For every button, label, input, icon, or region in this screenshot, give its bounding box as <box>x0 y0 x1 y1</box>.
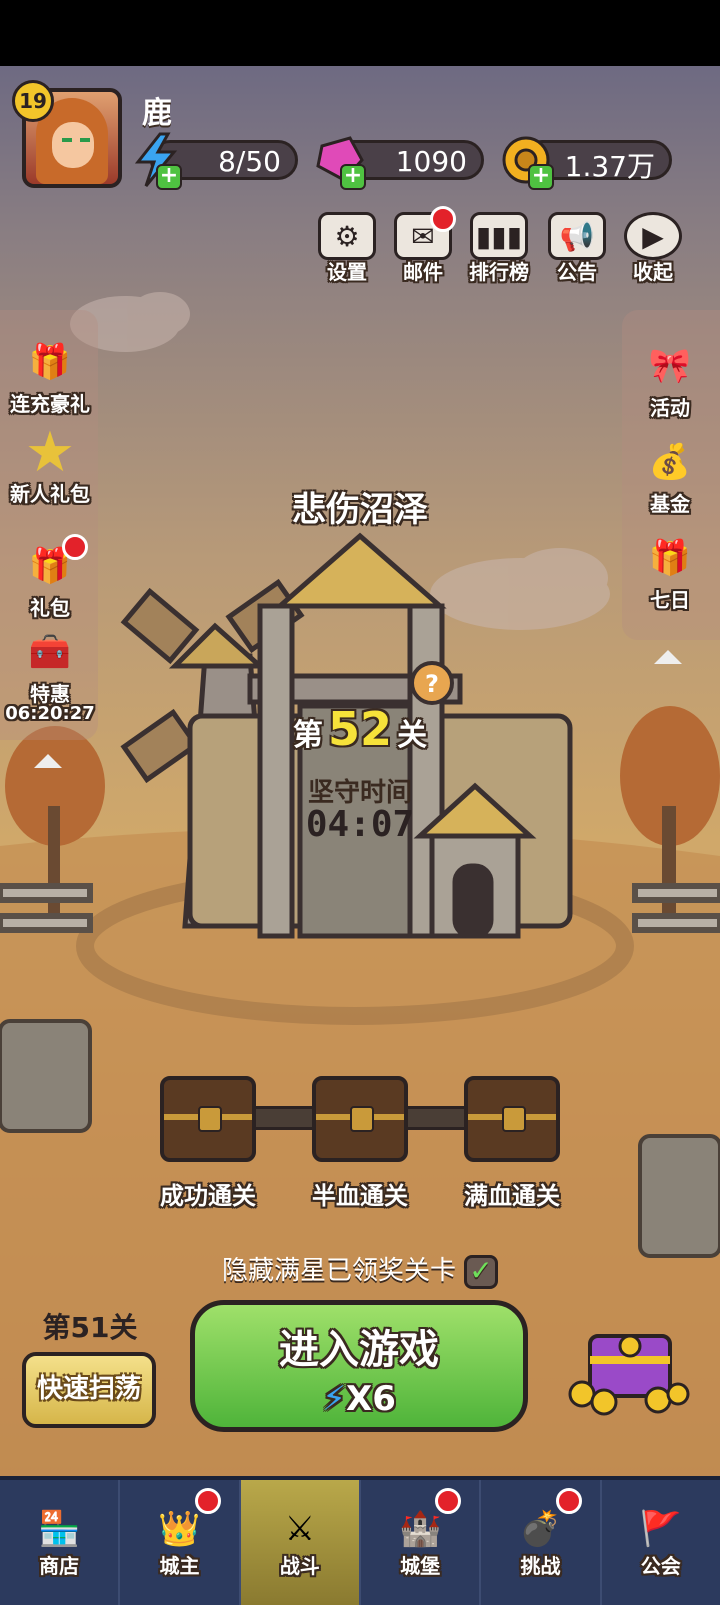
scroll-up-arrow[interactable] <box>34 754 62 768</box>
event-icon: 🎀 <box>648 346 692 386</box>
chest-half-hp[interactable] <box>312 1076 408 1162</box>
energy-cost: X6 <box>346 1379 396 1419</box>
level-indicator[interactable]: 第 52 关 <box>0 702 720 756</box>
collapse-icon: ▶ <box>624 212 682 260</box>
player-name: 鹿 <box>142 96 172 131</box>
chest-half-hp-label: 半血通关 <box>312 1182 408 1210</box>
add-energy-button[interactable]: + <box>156 164 182 190</box>
treasure-chest-icon[interactable] <box>560 1306 690 1416</box>
seven-day-button[interactable]: 🎁 七日 <box>620 528 720 613</box>
checkmark-icon[interactable]: ✓ <box>464 1254 498 1289</box>
gift-box-icon: 🎁 <box>28 342 72 382</box>
gold-value: 1.37万 <box>564 150 655 183</box>
energy-value: 8/50 <box>218 145 281 178</box>
nav-lord[interactable]: 👑 城主 <box>120 1480 241 1605</box>
notification-dot <box>430 206 456 232</box>
recharge-gift-button[interactable]: 🎁 连充豪礼 <box>0 332 100 417</box>
ranking-button[interactable]: ▮▮▮ 排行榜 <box>466 212 532 285</box>
nav-challenge[interactable]: 💣 挑战 <box>481 1480 602 1605</box>
nav-shop[interactable]: 🏪 商店 <box>0 1480 121 1605</box>
ranking-icon: ▮▮▮ <box>470 212 528 260</box>
hold-time-value: 04:07 <box>305 804 415 845</box>
megaphone-icon: 📢 <box>548 212 606 260</box>
enter-game-label: 进入游戏 <box>279 1327 439 1373</box>
nav-battle[interactable]: ⚔ 战斗 <box>240 1480 361 1605</box>
notification-dot <box>555 1488 582 1514</box>
notification-dot <box>194 1488 221 1514</box>
notification-dot <box>435 1488 462 1514</box>
hide-completed-label: 隐藏满星已领奖关卡 <box>221 1256 456 1286</box>
level-number: 52 <box>327 702 392 756</box>
lightning-icon: ⚡ <box>322 1379 346 1419</box>
event-button[interactable]: 🎀 活动 <box>620 336 720 421</box>
nav-guild[interactable]: 🚩 公会 <box>602 1480 720 1605</box>
stage-name: 悲伤沼泽 <box>292 490 428 530</box>
bottom-navigation: 🏪 商店 👑 城主 ⚔ 战斗 🏰 城堡 💣 挑战 🚩 公会 <box>0 1476 720 1605</box>
chest-full-hp-label: 满血通关 <box>464 1182 560 1210</box>
chest-clear[interactable] <box>160 1076 256 1162</box>
announcement-button[interactable]: 📢 公告 <box>544 212 610 285</box>
mail-button[interactable]: ✉ 邮件 <box>390 206 456 285</box>
gear-icon: ⚙ <box>318 212 376 260</box>
svg-text:?: ? <box>425 670 439 698</box>
sweep-level-label: 第51关 <box>42 1311 138 1344</box>
notification-dot <box>62 534 88 560</box>
add-gems-button[interactable]: + <box>340 164 366 190</box>
hide-completed-toggle[interactable]: 隐藏满星已领奖关卡 ✓ <box>0 1250 720 1289</box>
treasure-chest-icon: 🧰 <box>28 632 72 672</box>
game-screen: ? 19 鹿 8/50 + 1090 + 1.37万 + ⚙ 设置 ✉ 邮件 ▮… <box>0 66 720 1476</box>
add-gold-button[interactable]: + <box>528 164 554 190</box>
player-level-badge: 19 <box>12 80 54 122</box>
gem-value: 1090 <box>395 145 467 178</box>
quick-sweep-button[interactable]: 快速扫荡 <box>22 1352 156 1428</box>
star-icon: ★ <box>24 419 76 485</box>
gift-pack-button[interactable]: 🎁 礼包 <box>0 534 100 621</box>
enter-game-button[interactable]: 进入游戏 ⚡X6 <box>190 1300 528 1432</box>
chest-full-hp[interactable] <box>464 1076 560 1162</box>
settings-button[interactable]: ⚙ 设置 <box>314 212 380 285</box>
scroll-up-arrow-right[interactable] <box>654 650 682 664</box>
seven-day-gift-icon: 🎁 <box>648 538 692 578</box>
collapse-button[interactable]: ▶ 收起 <box>620 212 686 285</box>
nav-castle[interactable]: 🏰 城堡 <box>361 1480 482 1605</box>
chest-clear-label: 成功通关 <box>160 1182 256 1210</box>
